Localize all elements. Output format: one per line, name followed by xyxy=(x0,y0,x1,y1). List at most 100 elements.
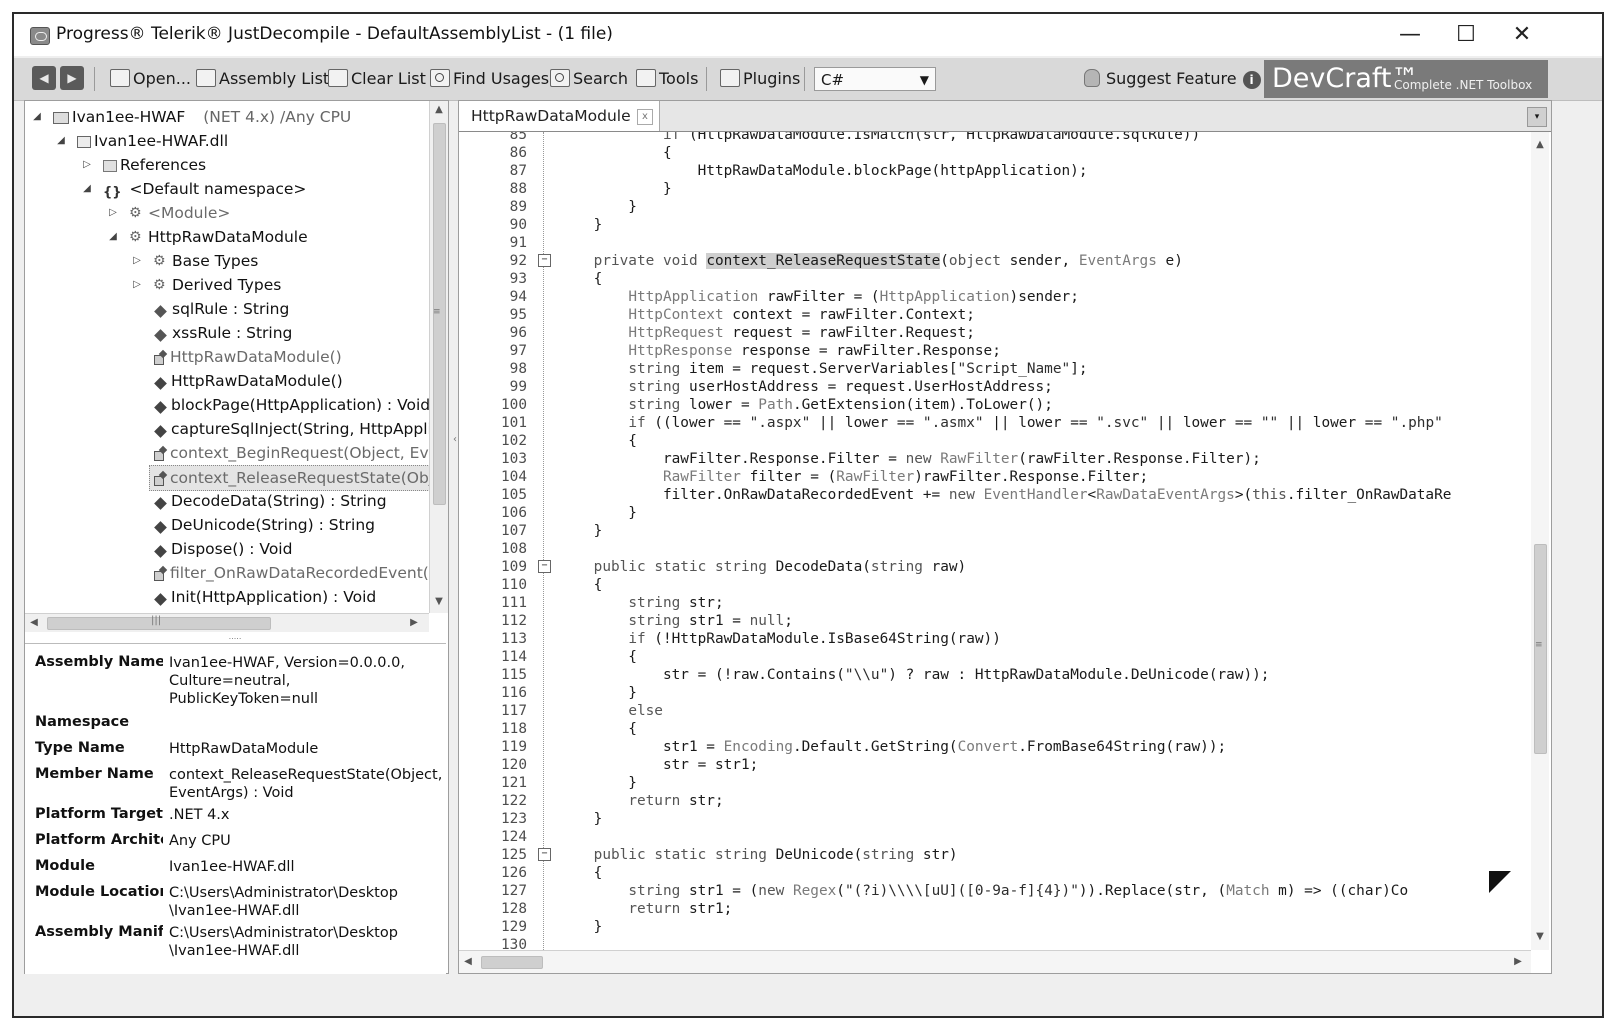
code-text: HttpResponse response = rawFilter.Respon… xyxy=(628,343,1001,359)
tree-vertical-scrollbar[interactable]: ▲ ≡ ▼ xyxy=(429,101,448,613)
tree-node-namespace[interactable]: ◢{} <Default namespace> xyxy=(83,177,306,201)
code-text: string str1 = (new Regex("(?i)\\\\[uU]([… xyxy=(628,883,1409,899)
tree-node-method[interactable]: HttpRawDataModule() xyxy=(153,345,342,369)
tree-node-method[interactable]: Init(HttpApplication) : Void xyxy=(153,585,376,609)
tree-node-method-selected[interactable]: context_ReleaseRequestState(Objec xyxy=(149,465,429,491)
expand-triangle-icon[interactable]: ▷ xyxy=(107,201,119,225)
code-vertical-scrollbar[interactable]: ▲ ≡ ▼ xyxy=(1531,132,1549,950)
tab-close-icon[interactable]: x xyxy=(637,109,653,125)
scrollbar-thumb[interactable] xyxy=(481,956,543,969)
main-toolbar: ◀ ▶ Open... Assembly List Clear List Fin… xyxy=(14,58,1602,101)
tree-node-method[interactable]: DecodeData(String) : String xyxy=(153,489,387,513)
code-line: 98 string item = request.ServerVariables… xyxy=(459,360,1531,378)
scroll-down-arrow-icon[interactable]: ▼ xyxy=(1531,928,1549,946)
tree-node-module[interactable]: ▷ <Module> xyxy=(109,201,230,225)
method-icon xyxy=(154,497,167,510)
code-text: HttpRawDataModule.blockPage(httpApplicat… xyxy=(559,163,1088,179)
tree-node-label: DecodeData(String) : String xyxy=(171,492,387,510)
find-usages-button[interactable]: Find Usages xyxy=(430,66,549,92)
maximize-button[interactable]: ☐ xyxy=(1444,20,1488,50)
code-text: { xyxy=(559,649,637,665)
collapse-triangle-icon[interactable]: ◢ xyxy=(81,177,93,201)
scroll-left-arrow-icon[interactable]: ◀ xyxy=(459,953,477,971)
method-icon xyxy=(154,593,167,606)
open-button[interactable]: Open... xyxy=(110,66,191,92)
tree-node-dll[interactable]: ◢ Ivan1ee-HWAF.dll xyxy=(57,129,229,153)
tree-node-base-types[interactable]: ▷ Base Types xyxy=(133,249,258,273)
tree-node-method[interactable]: captureSqlInject(String, HttpApplica xyxy=(153,417,429,441)
tree-node-field[interactable]: xssRule : String xyxy=(153,321,292,345)
thumb-grip-icon: ≡ xyxy=(433,307,441,317)
code-text: { xyxy=(559,433,637,449)
scroll-right-arrow-icon[interactable]: ▶ xyxy=(405,614,423,632)
tree-horizontal-scrollbar[interactable]: ◀ ||| ▶ xyxy=(25,613,429,632)
property-value: C:\Users\Administrator\Desktop \Ivan1ee-H… xyxy=(169,925,398,959)
plugins-button[interactable]: Plugins xyxy=(720,66,800,92)
code-line: 93 { xyxy=(459,270,1531,288)
code-line: 130 xyxy=(459,936,1531,950)
code-text: str = str1; xyxy=(559,757,759,773)
info-icon[interactable]: i xyxy=(1242,71,1261,89)
line-number: 117 xyxy=(501,703,527,719)
code-line: 117 else xyxy=(459,702,1531,720)
forward-button[interactable]: ▶ xyxy=(60,66,84,90)
fold-toggle-icon[interactable]: − xyxy=(538,848,551,861)
search-button[interactable]: Search xyxy=(550,66,628,92)
property-name: Assembly Manife xyxy=(35,924,163,940)
tree-node-method[interactable]: context_BeginRequest(Object, Event xyxy=(153,441,429,465)
thumb-grip-icon: ||| xyxy=(151,615,162,626)
line-number: 125 xyxy=(501,847,527,863)
tree-node-method[interactable]: DeUnicode(String) : String xyxy=(153,513,375,537)
clear-list-button[interactable]: Clear List xyxy=(328,66,426,92)
scroll-left-arrow-icon[interactable]: ◀ xyxy=(25,614,43,632)
tree-node-method[interactable]: Dispose() : Void xyxy=(153,537,292,561)
collapse-triangle-icon[interactable]: ◢ xyxy=(31,105,43,129)
minimize-button[interactable]: — xyxy=(1388,20,1432,50)
line-number: 91 xyxy=(509,235,527,251)
assembly-list-button[interactable]: Assembly List xyxy=(196,66,329,92)
tree-node-method[interactable]: HttpRawDataModule() xyxy=(153,369,343,393)
line-number: 101 xyxy=(501,415,527,431)
tree-node-references[interactable]: ▷ References xyxy=(83,153,206,177)
fold-toggle-icon[interactable]: − xyxy=(538,560,551,573)
code-line: 113 if (!HttpRawDataModule.IsBase64Strin… xyxy=(459,630,1531,648)
tree-node-assembly[interactable]: ◢ Ivan1ee-HWAF (NET 4.x) /Any CPU xyxy=(33,105,351,129)
suggest-feature-button[interactable]: Suggest Feature i xyxy=(1084,66,1261,92)
tree-node-method[interactable]: blockPage(HttpApplication) : Void xyxy=(153,393,429,417)
corner-arrow-icon xyxy=(1489,871,1511,893)
scroll-up-arrow-icon[interactable]: ▲ xyxy=(1531,136,1549,154)
expand-triangle-icon[interactable]: ▷ xyxy=(131,273,143,297)
panel-splitter-grip[interactable]: ..... xyxy=(225,633,245,641)
code-line: 87 HttpRawDataModule.blockPage(httpAppli… xyxy=(459,162,1531,180)
property-name: Assembly Name xyxy=(35,654,163,670)
code-line: 89 } xyxy=(459,198,1531,216)
method-icon xyxy=(154,521,167,534)
fold-toggle-icon[interactable]: − xyxy=(538,254,551,267)
property-value: C:\Users\Administrator\Desktop \Ivan1ee-H… xyxy=(169,885,398,919)
devcraft-banner[interactable]: DevCraft™ Complete .NET Toolbox xyxy=(1264,60,1548,98)
line-number: 115 xyxy=(501,667,527,683)
close-button[interactable]: ✕ xyxy=(1500,20,1544,50)
scroll-down-arrow-icon[interactable]: ▼ xyxy=(430,593,448,611)
back-button[interactable]: ◀ xyxy=(32,66,56,90)
tools-button[interactable]: Tools xyxy=(636,66,698,92)
scroll-up-arrow-icon[interactable]: ▲ xyxy=(430,101,448,119)
code-text: if ((lower == ".aspx" || lower == ".asmx… xyxy=(628,415,1443,431)
tree-node-class[interactable]: ◢ HttpRawDataModule xyxy=(109,225,307,249)
collapse-triangle-icon[interactable]: ◢ xyxy=(107,225,119,249)
code-line: 108 xyxy=(459,540,1531,558)
tree-node-derived-types[interactable]: ▷ Derived Types xyxy=(133,273,281,297)
tree-node-field[interactable]: sqlRule : String xyxy=(153,297,289,321)
collapse-triangle-icon[interactable]: ◢ xyxy=(55,129,67,153)
document-tab[interactable]: HttpRawDataModule x xyxy=(459,101,660,131)
tab-dropdown-button[interactable]: ▾ xyxy=(1527,107,1547,127)
expand-triangle-icon[interactable]: ▷ xyxy=(131,249,143,273)
code-horizontal-scrollbar[interactable]: ◀ ▶ xyxy=(459,950,1531,973)
language-select[interactable]: C# ▼ xyxy=(814,67,936,91)
tree-node-label: Ivan1ee-HWAF.dll xyxy=(94,132,229,150)
scroll-right-arrow-icon[interactable]: ▶ xyxy=(1509,953,1527,971)
expand-triangle-icon[interactable]: ▷ xyxy=(81,153,93,177)
tree-node-method[interactable]: filter_OnRawDataRecordedEvent(Ob xyxy=(153,561,429,585)
code-view[interactable]: 85 if (HttpRawDataModule.IsMatch(str, Ht… xyxy=(459,132,1531,950)
code-text: { xyxy=(559,145,672,161)
